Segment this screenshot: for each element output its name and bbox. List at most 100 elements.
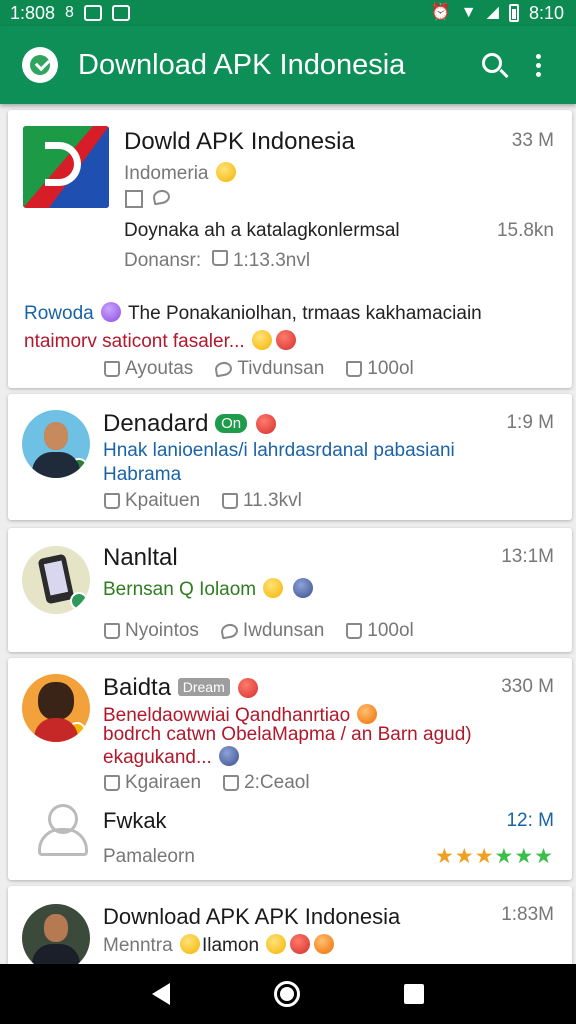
avatar[interactable] (22, 410, 90, 478)
search-button[interactable] (472, 43, 516, 87)
post-time: 330 M (501, 676, 554, 697)
post-card[interactable]: Dowld APK Indonesia 33 M Indomeria Doyna… (8, 110, 572, 388)
post-title[interactable]: Denadard (103, 410, 208, 437)
post-body: Menntra Ilamon (103, 934, 336, 957)
post-actions: Nyointos Iwdunsan 100ol (104, 620, 414, 642)
post-time: 1:9 M (506, 412, 554, 433)
app-bar: Download APK Indonesia (0, 26, 576, 104)
promo-line: Rowoda The Ponakaniolhan, trmaas kakhama… (24, 302, 482, 325)
post-time: 33 M (511, 130, 554, 151)
emoji-icon (290, 934, 311, 954)
post-title[interactable]: Nanltal (103, 544, 178, 572)
avatar[interactable] (22, 674, 90, 742)
like-label: Kgairaen (125, 772, 202, 793)
alarm-icon: ⏰ (430, 4, 451, 21)
share-label: 100ol (367, 358, 414, 379)
like-icon (104, 493, 120, 509)
home-icon[interactable] (274, 981, 300, 1007)
promo-line-2: ntaimorv saticont fasaler... (24, 330, 298, 353)
emoji-icon (238, 678, 259, 698)
post-card[interactable]: Baidta Dream 330 M Beneldaowwiai Qandhan… (8, 658, 572, 880)
post-title[interactable]: Baidta (103, 674, 171, 701)
download-icon (211, 250, 228, 266)
overflow-menu-button[interactable] (516, 43, 560, 87)
like-label: Kpaituen (125, 490, 201, 511)
reply-body: Pamaleorn (103, 846, 195, 867)
feed-list[interactable]: Dowld APK Indonesia 33 M Indomeria Doyna… (0, 104, 576, 964)
status-left: 1:808 8 (10, 3, 130, 24)
download-icon (222, 493, 239, 509)
avatar[interactable] (22, 546, 90, 614)
chart-notification-icon (83, 5, 102, 21)
post-title[interactable]: Download APK APK Indonesia (103, 904, 400, 930)
like-icon (104, 775, 120, 791)
status-time-right: 8:10 (528, 2, 564, 23)
post-title[interactable]: Dowld APK Indonesia (124, 128, 355, 156)
like-icon (104, 361, 120, 377)
post-subtitle: Indomeria (124, 162, 238, 185)
promo-text: The Ponakaniolhan, trmaas kakhamaciain (127, 303, 482, 324)
comment-action[interactable]: Tivdunsan (214, 358, 325, 380)
signal-icon: ◢ (486, 4, 499, 21)
post-card[interactable]: Denadard On 1:9 M Hnak lanioenlas/i lahr… (8, 394, 572, 520)
star-icon: ★ (454, 845, 475, 868)
app-logo-icon (22, 47, 58, 83)
post-body-2: Habrama (103, 464, 182, 485)
comment-label: Tivdunsan (237, 358, 325, 379)
share-action[interactable]: 100ol (346, 620, 414, 642)
avatar[interactable] (22, 904, 90, 964)
badge-icon (70, 458, 88, 476)
share-label: 100ol (367, 620, 414, 641)
like-action[interactable]: Nyointos (104, 620, 199, 642)
emoji-icon (314, 934, 335, 954)
like-action[interactable]: Kgairaen (104, 772, 201, 794)
download-label: 11.3kvl (243, 490, 302, 511)
battery-icon (508, 4, 519, 22)
download-action[interactable]: 2:Ceaol (223, 772, 310, 794)
post-actions: Ayoutas Tivdunsan 100ol (104, 358, 414, 380)
post-body-3: ekagukand... (103, 746, 241, 769)
post-meta: Donansr: 1:13.3nvl (124, 250, 310, 272)
post-meta-label: Donansr: (124, 250, 202, 271)
promo-label[interactable]: Rowoda (24, 303, 94, 324)
comment-action[interactable]: Iwdunsan (219, 620, 325, 642)
star-icon: ★ (514, 845, 535, 868)
comment-icon (219, 622, 240, 640)
like-action[interactable]: Ayoutas (104, 358, 193, 380)
post-body: Bernsan Q Iolaom (103, 578, 315, 601)
like-action[interactable]: Kpaituen (104, 490, 200, 512)
download-action[interactable]: 11.3kvl (222, 490, 302, 512)
download-label: 2:Ceaol (244, 772, 310, 793)
post-body: Hnak lanioenlas/i lahrdasrdanal pabasian… (103, 440, 455, 461)
post-card[interactable]: Nanltal 13:1M Bernsan Q Iolaom Nyointos … (8, 528, 572, 652)
heart-icon (101, 302, 121, 322)
status-time-left: 1:808 (10, 2, 56, 23)
emoji-icon (219, 746, 240, 766)
apk-app-icon[interactable] (23, 126, 109, 208)
location-icon (151, 188, 172, 206)
emoji-icon (357, 704, 378, 724)
star-icon: ★ (494, 845, 515, 868)
share-action[interactable]: 100ol (346, 358, 414, 380)
emoji-icon (263, 578, 284, 598)
emoji-icon (276, 330, 296, 350)
post-body-2: bodrch catwn ObelaMapma / an Barn agud) (103, 724, 472, 745)
promo-text-2: ntaimorv saticont fasaler... (24, 331, 245, 352)
star-rating[interactable]: ★★★★★★ (435, 844, 554, 869)
calendar-icon (125, 190, 143, 208)
share-icon (346, 623, 363, 639)
post-body-text-3: ekagukand... (103, 747, 212, 768)
comment-label: Iwdunsan (242, 620, 325, 641)
reply-title[interactable]: Fwkak (103, 808, 167, 834)
notification-icon: 8 (65, 4, 74, 21)
recents-icon[interactable] (404, 984, 424, 1004)
post-meta-count: 1:13.3nvl (232, 250, 311, 271)
post-card[interactable]: Download APK APK Indonesia 1:83M Menntra… (8, 886, 572, 964)
default-avatar-icon[interactable] (32, 800, 90, 858)
back-icon[interactable] (152, 983, 170, 1005)
status-badge: On (215, 414, 248, 433)
emoji-icon (179, 934, 200, 954)
post-time: 1:83M (501, 904, 554, 925)
post-body-text-b: Ilamon (201, 935, 260, 956)
post-title-row: Denadard On (103, 410, 278, 438)
